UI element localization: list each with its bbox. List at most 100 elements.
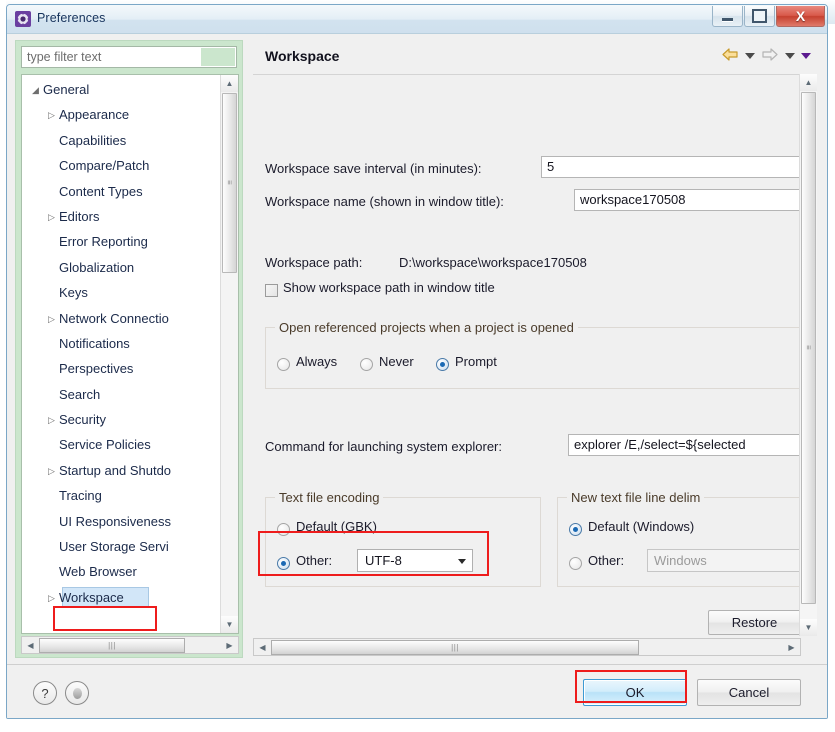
save-interval-label: Workspace save interval (in minutes):	[265, 161, 482, 176]
label-delimiter-default: Default (Windows)	[588, 519, 695, 534]
sidebar-item-label: Startup and Shutdo	[59, 462, 172, 478]
sidebar-item-tracing[interactable]: Tracing	[22, 483, 222, 508]
tree-scroll-up-button[interactable]: ▲	[221, 75, 238, 92]
sidebar-item-service-policies[interactable]: Service Policies	[22, 432, 222, 457]
content-horizontal-scrollbar[interactable]: ◀ ||| ▶	[253, 638, 801, 656]
radio-encoding-other[interactable]	[277, 557, 290, 570]
grip-icon: ≡	[804, 345, 813, 351]
show-workspace-path-checkbox[interactable]	[265, 284, 278, 297]
maximize-icon	[752, 9, 767, 23]
open-referenced-projects-title: Open referenced projects when a project …	[275, 320, 578, 335]
back-history-chevron-down-icon[interactable]	[745, 53, 755, 59]
tree-hscrollbar-thumb[interactable]: |||	[39, 637, 185, 653]
radio-delimiter-default[interactable]	[569, 523, 582, 536]
sidebar-item-web-browser[interactable]: Web Browser	[22, 559, 222, 584]
chevron-down-icon[interactable]	[458, 559, 466, 564]
content-vertical-scrollbar[interactable]: ▲ ≡ ▼	[799, 74, 817, 636]
line-delimiter-group	[557, 497, 801, 587]
dialog-footer: ? OK Cancel	[7, 664, 827, 718]
tree-vertical-scrollbar[interactable]: ▲ ≡ ▼	[220, 75, 238, 633]
explorer-command-input[interactable]: explorer /E,/select=${selected	[568, 434, 801, 456]
sidebar-item-security[interactable]: ▷ Security	[22, 407, 222, 432]
apply-icon[interactable]	[65, 681, 89, 705]
chevron-down-icon[interactable]: ◢	[32, 78, 43, 103]
encoding-combo[interactable]: UTF-8	[357, 549, 473, 572]
explorer-command-label: Command for launching system explorer:	[265, 439, 502, 454]
sidebar-item-content-types[interactable]: Content Types	[22, 179, 222, 204]
close-button[interactable]: X	[776, 6, 825, 27]
radio-delimiter-other[interactable]	[569, 557, 582, 570]
sidebar-item-search[interactable]: Search	[22, 382, 222, 407]
chevron-right-icon[interactable]: ▷	[48, 103, 59, 128]
grip-icon: ≡	[225, 180, 234, 186]
sidebar-item-label: Tracing	[59, 488, 102, 504]
cancel-button[interactable]: Cancel	[697, 679, 801, 706]
radio-open-referenced-always[interactable]	[277, 358, 290, 371]
save-interval-input[interactable]: 5	[541, 156, 813, 178]
sidebar-item-label: UI Responsiveness	[59, 513, 171, 529]
text-file-encoding-group	[265, 497, 541, 587]
sidebar-item-error-reporting[interactable]: Error Reporting	[22, 229, 222, 254]
minimize-button[interactable]	[712, 6, 743, 27]
sidebar-item-appearance[interactable]: ▷ Appearance	[22, 102, 222, 127]
workspace-path-value: D:\workspace\workspace170508	[399, 255, 587, 270]
restore-defaults-button[interactable]: Restore	[708, 610, 801, 635]
preference-tree[interactable]: ◢ General ▷ Appearance Capabilities Compare/P…	[21, 74, 239, 634]
chevron-right-icon[interactable]: ▷	[48, 408, 59, 433]
sidebar-item-network-connectio[interactable]: ▷ Network Connectio	[22, 306, 222, 331]
content-scroll-right-button[interactable]: ▶	[783, 639, 800, 655]
tree-horizontal-scrollbar[interactable]: ◀ ||| ▶	[21, 636, 239, 654]
tree-scroll-right-button[interactable]: ▶	[221, 637, 238, 653]
sidebar-item-label: Keys	[59, 285, 88, 301]
sidebar-item-globalization[interactable]: Globalization	[22, 255, 222, 280]
radio-open-referenced-prompt[interactable]	[436, 358, 449, 371]
label-open-referenced-prompt: Prompt	[455, 354, 497, 369]
back-arrow-icon[interactable]	[721, 47, 739, 65]
sidebar-item-label: Workspace	[59, 589, 124, 605]
label-encoding-other: Other:	[296, 553, 333, 568]
maximize-button[interactable]	[744, 6, 775, 27]
sidebar-item-startup-and-shutdo[interactable]: ▷ Startup and Shutdo	[22, 458, 222, 483]
sidebar-item-keys[interactable]: Keys	[22, 280, 222, 305]
chevron-right-icon[interactable]: ▷	[48, 307, 59, 332]
sidebar-item-notifications[interactable]: Notifications	[22, 331, 222, 356]
help-icon[interactable]: ?	[33, 681, 57, 705]
radio-encoding-default[interactable]	[277, 523, 290, 536]
workspace-name-input[interactable]: workspace170508	[574, 189, 813, 211]
content-scrollbar-thumb[interactable]: ≡	[801, 92, 816, 604]
tree-scroll-down-button[interactable]: ▼	[221, 616, 238, 633]
radio-open-referenced-never[interactable]	[360, 358, 373, 371]
content-hscrollbar-thumb[interactable]: |||	[271, 639, 639, 655]
window-titlebar[interactable]: Preferences X	[7, 5, 827, 34]
chevron-right-icon[interactable]: ▷	[48, 586, 59, 611]
sidebar-item-label: Appearance	[59, 107, 130, 123]
sidebar-item-perspectives[interactable]: Perspectives	[22, 356, 222, 381]
sidebar-item-user-storage-servi[interactable]: User Storage Servi	[22, 534, 222, 559]
page-content: Workspace save interval (in minutes): 5 …	[253, 75, 813, 637]
forward-history-chevron-down-icon[interactable]	[785, 53, 795, 59]
sidebar-item-capabilities[interactable]: Capabilities	[22, 128, 222, 153]
preference-page-pane: Workspace Workspace save interval (in mi…	[253, 40, 817, 658]
sidebar-item-label: Content Types	[59, 183, 143, 199]
filter-input-wrapper[interactable]: type filter text	[21, 46, 237, 68]
tree-scrollbar-thumb[interactable]: ≡	[222, 93, 237, 273]
chevron-right-icon[interactable]: ▷	[48, 205, 59, 230]
content-scroll-down-button[interactable]: ▼	[800, 619, 817, 636]
page-title: Workspace	[265, 48, 340, 64]
sidebar-item-workspace[interactable]: ▷ Workspace	[22, 585, 222, 610]
sidebar-item-label: Search	[59, 386, 101, 402]
sidebar-item-compare-patch[interactable]: Compare/Patch	[22, 153, 222, 178]
sidebar-item-label: General	[43, 82, 90, 97]
tree-scroll-left-button[interactable]: ◀	[22, 637, 39, 653]
sidebar-item-general[interactable]: ◢ General	[22, 77, 222, 102]
ok-button[interactable]: OK	[583, 679, 687, 706]
chevron-right-icon[interactable]: ▷	[48, 459, 59, 484]
content-scroll-left-button[interactable]: ◀	[254, 639, 271, 655]
view-menu-chevron-down-icon[interactable]	[801, 53, 811, 59]
forward-arrow-icon[interactable]	[761, 47, 779, 65]
label-open-referenced-always: Always	[296, 354, 338, 369]
sidebar-item-label: Editors	[59, 208, 100, 224]
sidebar-item-ui-responsiveness[interactable]: UI Responsiveness	[22, 509, 222, 534]
content-scroll-up-button[interactable]: ▲	[800, 74, 817, 91]
sidebar-item-editors[interactable]: ▷ Editors	[22, 204, 222, 229]
